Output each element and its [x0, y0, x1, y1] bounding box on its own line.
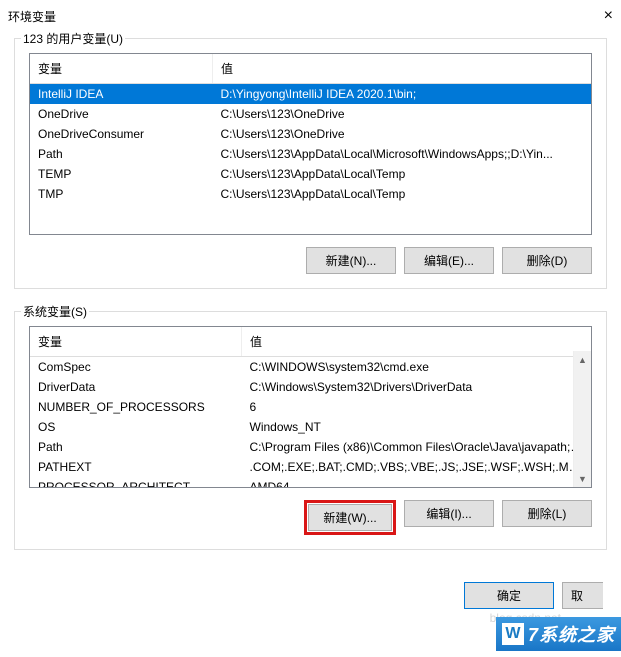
var-name-cell: PROCESSOR_ARCHITECT... — [30, 477, 242, 487]
window-title: 环境变量 — [8, 8, 56, 25]
var-name-cell: TMP — [30, 184, 213, 204]
table-row[interactable]: PathC:\Users\123\AppData\Local\Microsoft… — [30, 144, 591, 164]
var-value-cell: D:\Yingyong\IntelliJ IDEA 2020.1\bin; — [213, 84, 592, 105]
var-name-cell: Path — [30, 437, 242, 457]
var-name-cell: Path — [30, 144, 213, 164]
var-name-cell: PATHEXT — [30, 457, 242, 477]
table-row[interactable]: OSWindows_NT — [30, 417, 591, 437]
var-name-cell: DriverData — [30, 377, 242, 397]
table-row[interactable]: TEMPC:\Users\123\AppData\Local\Temp — [30, 164, 591, 184]
var-name-cell: OS — [30, 417, 242, 437]
sys-vars-table: 变量 值 ComSpecC:\WINDOWS\system32\cmd.exeD… — [29, 326, 592, 488]
user-vars-buttons: 新建(N)... 编辑(E)... 删除(D) — [29, 247, 592, 274]
var-value-cell: C:\WINDOWS\system32\cmd.exe — [242, 357, 592, 378]
table-row[interactable]: IntelliJ IDEAD:\Yingyong\IntelliJ IDEA 2… — [30, 84, 591, 105]
table-row[interactable]: DriverDataC:\Windows\System32\Drivers\Dr… — [30, 377, 591, 397]
var-value-cell: Windows_NT — [242, 417, 592, 437]
var-value-cell: C:\Windows\System32\Drivers\DriverData — [242, 377, 592, 397]
sys-new-button[interactable]: 新建(W)... — [308, 504, 392, 531]
table-row[interactable]: PROCESSOR_ARCHITECT...AMD64 — [30, 477, 591, 487]
watermark-icon: W — [502, 623, 524, 645]
var-value-cell: .COM;.EXE;.BAT;.CMD;.VBS;.VBE;.JS;.JSE;.… — [242, 457, 592, 477]
sys-edit-button[interactable]: 编辑(I)... — [404, 500, 494, 527]
var-name-cell: TEMP — [30, 164, 213, 184]
watermark: W 7系统之家 — [496, 617, 621, 651]
user-delete-button[interactable]: 删除(D) — [502, 247, 592, 274]
var-name-cell: NUMBER_OF_PROCESSORS — [30, 397, 242, 417]
scrollbar-up-icon[interactable]: ▲ — [574, 351, 591, 368]
table-row[interactable]: OneDriveC:\Users\123\OneDrive — [30, 104, 591, 124]
watermark-text: 7系统之家 — [528, 621, 615, 647]
table-row[interactable]: PathC:\Program Files (x86)\Common Files\… — [30, 437, 591, 457]
var-name-cell: OneDriveConsumer — [30, 124, 213, 144]
sys-vars-group: 系统变量(S) 变量 值 ComSpecC:\WINDOWS\system32\… — [14, 311, 607, 550]
var-value-cell: C:\Users\123\OneDrive — [213, 124, 592, 144]
sys-vars-label: 系统变量(S) — [21, 303, 89, 320]
scrollbar-down-icon[interactable]: ▼ — [574, 470, 591, 487]
ok-button[interactable]: 确定 — [464, 582, 554, 609]
var-value-cell: C:\Users\123\AppData\Local\Microsoft\Win… — [213, 144, 592, 164]
sys-vars-buttons: 新建(W)... 编辑(I)... 删除(L) — [29, 500, 592, 535]
sys-col-header-name[interactable]: 变量 — [30, 327, 242, 357]
var-value-cell: C:\Users\123\AppData\Local\Temp — [213, 164, 592, 184]
var-name-cell: OneDrive — [30, 104, 213, 124]
var-value-cell: C:\Users\123\AppData\Local\Temp — [213, 184, 592, 204]
var-value-cell: 6 — [242, 397, 592, 417]
user-vars-group: 123 的用户变量(U) 变量 值 IntelliJ IDEAD:\Yingyo… — [14, 38, 607, 289]
user-edit-button[interactable]: 编辑(E)... — [404, 247, 494, 274]
table-row[interactable]: TMPC:\Users\123\AppData\Local\Temp — [30, 184, 591, 204]
cancel-button-partial[interactable]: 取 — [562, 582, 603, 609]
var-value-cell: C:\Program Files (x86)\Common Files\Orac… — [242, 437, 592, 457]
table-row[interactable]: ComSpecC:\WINDOWS\system32\cmd.exe — [30, 357, 591, 378]
title-bar: 环境变量 × — [0, 0, 621, 32]
table-row[interactable]: PATHEXT.COM;.EXE;.BAT;.CMD;.VBS;.VBE;.JS… — [30, 457, 591, 477]
sys-delete-button[interactable]: 删除(L) — [502, 500, 592, 527]
sys-col-header-value[interactable]: 值 — [242, 327, 592, 357]
close-icon[interactable]: × — [604, 8, 613, 24]
var-name-cell: IntelliJ IDEA — [30, 84, 213, 105]
new-button-highlight: 新建(W)... — [304, 500, 396, 535]
user-col-header-name[interactable]: 变量 — [30, 54, 213, 84]
var-value-cell: C:\Users\123\OneDrive — [213, 104, 592, 124]
var-value-cell: AMD64 — [242, 477, 592, 487]
table-row[interactable]: OneDriveConsumerC:\Users\123\OneDrive — [30, 124, 591, 144]
user-new-button[interactable]: 新建(N)... — [306, 247, 396, 274]
content: 123 的用户变量(U) 变量 值 IntelliJ IDEAD:\Yingyo… — [0, 32, 621, 550]
user-vars-table: 变量 值 IntelliJ IDEAD:\Yingyong\IntelliJ I… — [29, 53, 592, 235]
table-row[interactable]: NUMBER_OF_PROCESSORS6 — [30, 397, 591, 417]
user-col-header-value[interactable]: 值 — [213, 54, 592, 84]
user-vars-label: 123 的用户变量(U) — [21, 30, 125, 47]
sys-scrollbar[interactable]: ▲ ▼ — [573, 351, 591, 487]
var-name-cell: ComSpec — [30, 357, 242, 378]
